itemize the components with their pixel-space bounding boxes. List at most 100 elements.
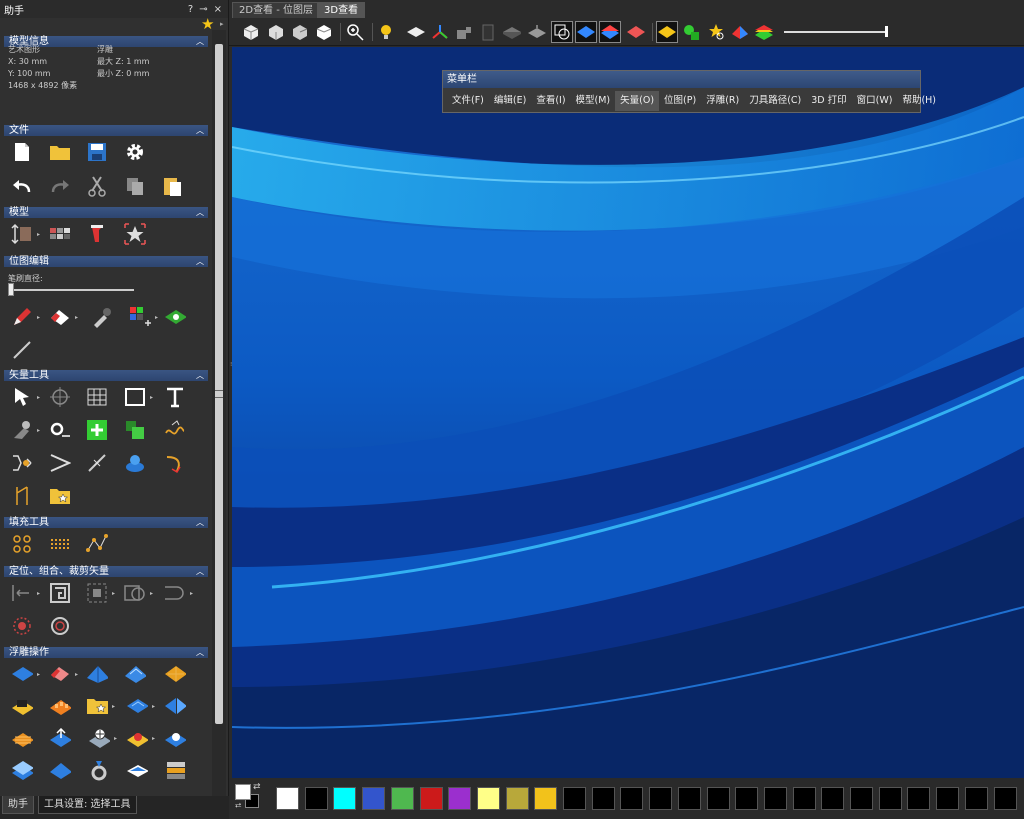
relief-layer-yellow-icon[interactable] [11,695,33,717]
bookmark-icon[interactable] [11,485,33,507]
color-gem-icon[interactable] [729,21,751,43]
rectangle-icon[interactable]: ▸ [124,386,153,408]
dropdown-arrow-icon[interactable]: ▸ [190,590,193,597]
primary-secondary-colors[interactable]: ⇄ ⮂ [235,782,263,812]
color-swatch[interactable] [563,787,586,810]
relief-ring-icon[interactable] [88,759,110,781]
shade-plane-icon[interactable] [501,21,523,43]
tab-tool-settings[interactable]: 工具设置: 选择工具 [38,796,137,814]
relief-star-folder-icon[interactable]: ▸ [86,695,115,717]
help-icon[interactable]: ? [188,4,193,15]
relief-tool-icon[interactable] [164,727,186,749]
menu-edit[interactable]: 编辑(E) [489,91,531,111]
pencil-icon[interactable]: ▸ [11,306,40,328]
red-plane-icon[interactable] [625,21,647,43]
group-icon[interactable] [49,582,71,604]
menu-relief[interactable]: 浮雕(R) [701,91,744,111]
dropdown-arrow-icon[interactable]: ▸ [112,703,115,710]
brush-diameter-slider[interactable] [8,283,134,296]
tab-helper[interactable]: 助手 [2,796,34,814]
dropdown-arrow-icon[interactable]: ▸ [37,671,40,678]
tilt-plane-icon[interactable] [526,21,548,43]
yellow-plane-icon[interactable] [656,21,678,43]
favorites-arrow-icon[interactable]: ▸ [220,20,224,28]
collapse-icon[interactable]: ︿ [196,256,204,267]
zoom-icon[interactable] [344,21,366,43]
copy-icon[interactable] [124,175,146,197]
undo-icon[interactable] [11,175,33,197]
color-swatch[interactable] [591,787,615,810]
menu-help[interactable]: 帮助(H) [897,91,941,111]
color-swatch[interactable] [936,787,960,810]
collapse-icon[interactable]: ︿ [196,36,204,47]
dropdown-arrow-icon[interactable]: ▸ [37,427,40,434]
green-shapes-icon[interactable] [681,21,703,43]
add-green-icon[interactable] [86,419,108,441]
collapse-icon[interactable]: ︿ [196,566,204,577]
slider-knob[interactable] [8,283,14,296]
menu-view[interactable]: 查看(I) [531,91,570,111]
blue-blob-icon[interactable] [124,452,146,474]
color-swatch[interactable] [505,787,529,810]
vector-layers-icon[interactable] [124,419,146,441]
model-star-icon[interactable] [124,223,146,245]
text-icon[interactable] [164,386,186,408]
cut-icon[interactable] [86,175,108,197]
view-top-icon[interactable] [313,21,335,43]
color-swatch[interactable] [620,787,644,810]
color-pixels-icon[interactable]: ▸ [129,306,158,328]
crop-icon[interactable]: ▸ [86,582,115,604]
relief-stack-icon[interactable] [11,727,33,749]
section-vector-tools[interactable]: 矢量工具 ︿ [4,370,208,381]
select-arrow-icon[interactable]: ▸ [11,386,40,408]
curve-arrow-icon[interactable] [164,452,186,474]
section-relief-ops[interactable]: 浮雕操作 ︿ [4,647,208,658]
relief-layers-icon[interactable] [11,759,33,781]
color-swatch[interactable] [735,787,759,810]
relief-diamond-icon[interactable]: ▸ [11,663,40,685]
relief-split-icon[interactable] [164,695,186,717]
swap-colors-icon[interactable]: ⇄ [253,782,261,792]
snap-target-icon[interactable] [11,615,33,637]
color-swatch[interactable] [333,787,357,810]
transform-icon[interactable] [49,386,71,408]
color-swatch[interactable] [677,787,701,810]
menu-bar-title[interactable]: 菜单栏 [443,71,920,88]
relief-eraser-icon[interactable]: ▸ [49,663,78,685]
color-swatch[interactable] [276,787,299,810]
model-size-icon[interactable]: ▸ [11,223,40,245]
tab-2d-view[interactable]: 2D查看 - 位图层 [232,2,321,18]
dropdown-arrow-icon[interactable]: ▸ [155,314,158,321]
relief-flat-icon[interactable] [49,759,71,781]
color-swatch[interactable] [534,787,558,810]
relief-stack2-icon[interactable] [164,759,186,781]
menu-window[interactable]: 窗口(W) [852,91,898,111]
color-swatch[interactable] [907,787,931,810]
dropdown-arrow-icon[interactable]: ▸ [112,590,115,597]
primary-color-swatch[interactable] [235,784,251,800]
color-swatch[interactable] [649,787,673,810]
view-front-icon[interactable] [265,21,287,43]
fill-path-icon[interactable] [86,533,108,555]
dropdown-arrow-icon[interactable]: ▸ [37,394,40,401]
dropdown-arrow-icon[interactable]: ▸ [152,703,155,710]
menu-3d-print[interactable]: 3D 打印 [806,91,851,111]
align-icon[interactable]: ▸ [11,582,40,604]
color-swatch[interactable] [821,787,845,810]
color-swatch[interactable] [964,787,988,810]
dropdown-arrow-icon[interactable]: ▸ [152,735,155,742]
dropdown-arrow-icon[interactable]: ▸ [114,735,117,742]
material-icon[interactable] [477,21,499,43]
dropdown-arrow-icon[interactable]: ▸ [150,590,153,597]
menu-bitmap[interactable]: 位图(P) [659,91,701,111]
clip-view-icon[interactable] [551,21,573,43]
zoom-slider[interactable] [784,31,887,33]
color-swatch[interactable] [448,787,472,810]
color-swatch[interactable] [476,787,500,810]
dropdown-arrow-icon[interactable]: ▸ [75,314,78,321]
eraser-icon[interactable]: ▸ [49,306,78,328]
color-swatch[interactable] [763,787,787,810]
settings-gear-icon[interactable] [124,141,146,163]
relief-target-icon[interactable]: ▸ [126,727,155,749]
light-bulb-icon[interactable] [375,21,397,43]
